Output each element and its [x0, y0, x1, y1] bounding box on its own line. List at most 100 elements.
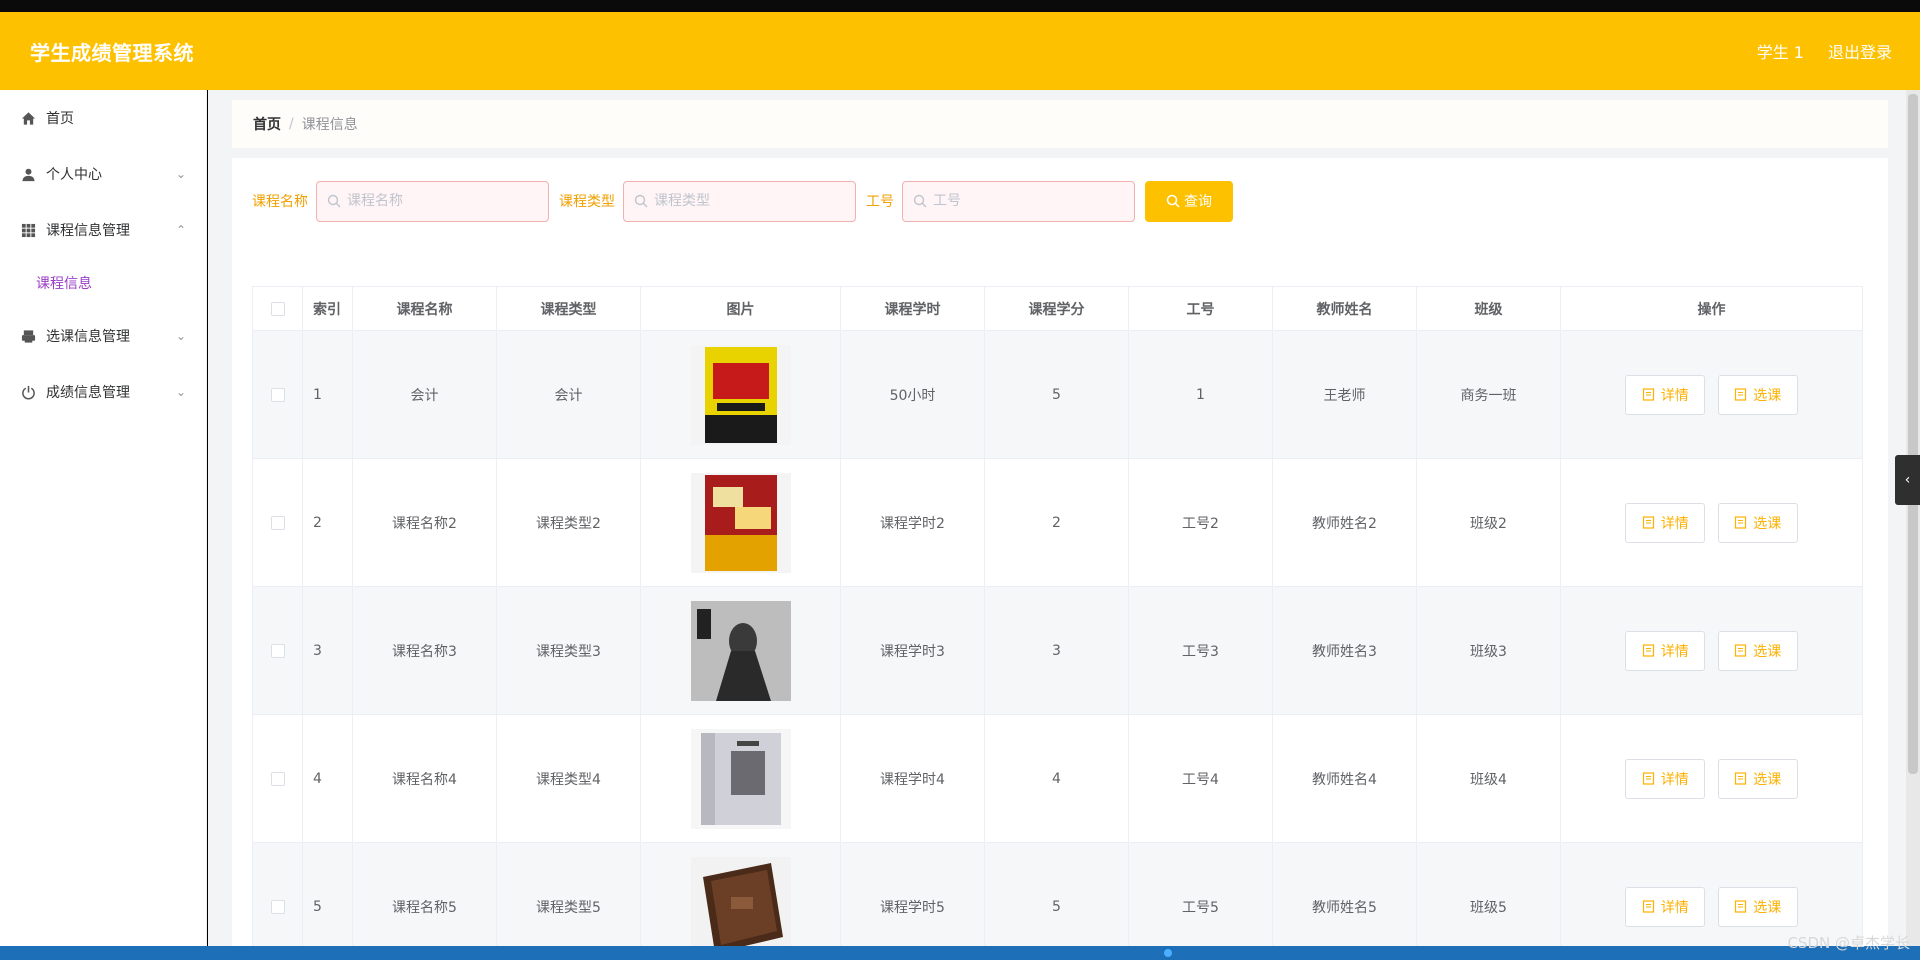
- detail-button[interactable]: 详情: [1625, 758, 1706, 799]
- select-course-button[interactable]: 选课: [1717, 630, 1798, 671]
- course-name-input[interactable]: [347, 193, 537, 209]
- class-cell: 班级3: [1416, 586, 1561, 715]
- select-course-button[interactable]: 选课: [1717, 502, 1798, 543]
- sidebar-item-grade-management[interactable]: 成绩信息管理 ⌄: [0, 364, 206, 420]
- select-course-button[interactable]: 选课: [1717, 886, 1798, 927]
- select-course-label: 选课: [1753, 771, 1782, 788]
- detail-label: 详情: [1660, 387, 1689, 404]
- progress-handle[interactable]: [1164, 949, 1172, 957]
- course-name-field[interactable]: [316, 180, 549, 222]
- index-cell: 5: [302, 842, 353, 946]
- sidebar-item-course-management[interactable]: 课程信息管理 ⌃: [0, 202, 206, 258]
- power-icon: [20, 384, 36, 400]
- job-no-cell: 工号2: [1128, 458, 1273, 587]
- row-checkbox[interactable]: [270, 515, 285, 530]
- document-icon: [1642, 772, 1655, 785]
- page-scrollbar[interactable]: [1906, 90, 1920, 946]
- document-icon: [1642, 644, 1655, 657]
- sidebar: 首页 个人中心 ⌄ 课程信息管理 ⌃ 课程信息 选课信息管理 ⌄ 成绩信息管理 …: [0, 90, 207, 946]
- search-bar: 课程名称 课程类型 工号 查询: [252, 180, 1233, 222]
- table-row: 2 课程名称2 课程类型2 课程学时2 2 工号2 教师姓名2 班级2 详情 选…: [252, 458, 1863, 587]
- class-cell: 班级4: [1416, 714, 1561, 843]
- header-actions: 学生 1 退出登录: [1757, 39, 1892, 63]
- scrollbar-thumb[interactable]: [1908, 94, 1918, 774]
- hours-cell: 50小时: [840, 330, 985, 459]
- course-panel: 课程名称 课程类型 工号 查询: [232, 158, 1888, 946]
- image-cell: [640, 458, 841, 587]
- hours-cell: 课程学时5: [840, 842, 985, 946]
- sidebar-item-label: 选课信息管理: [46, 329, 130, 345]
- app-title: 学生成绩管理系统: [30, 40, 194, 65]
- job-no-field[interactable]: [902, 180, 1135, 222]
- row-select-cell[interactable]: [252, 842, 303, 946]
- teacher-cell: 教师姓名2: [1272, 458, 1417, 587]
- index-cell: 4: [302, 714, 353, 843]
- course-type-input[interactable]: [654, 193, 844, 209]
- collapse-panel-button[interactable]: ‹: [1895, 455, 1920, 505]
- sidebar-item-personal-center[interactable]: 个人中心 ⌄: [0, 146, 206, 202]
- table-row: 4 课程名称4 课程类型4 课程学时4 4 工号4 教师姓名4 班级4 详情 选…: [252, 714, 1863, 843]
- row-checkbox[interactable]: [270, 899, 285, 914]
- detail-button[interactable]: 详情: [1625, 502, 1706, 543]
- course-cover-image: [690, 344, 791, 445]
- row-select-cell[interactable]: [252, 714, 303, 843]
- select-course-label: 选课: [1753, 899, 1782, 916]
- current-user[interactable]: 学生 1: [1757, 39, 1804, 63]
- row-checkbox[interactable]: [270, 771, 285, 786]
- sidebar-item-label: 成绩信息管理: [46, 385, 130, 401]
- detail-button[interactable]: 详情: [1625, 630, 1706, 671]
- sidebar-item-enrollment-management[interactable]: 选课信息管理 ⌄: [0, 308, 206, 364]
- search-icon: [1166, 194, 1180, 208]
- search-icon: [913, 194, 927, 208]
- home-icon: [20, 110, 36, 126]
- select-all-checkbox[interactable]: [270, 301, 285, 316]
- column-header: 教师姓名: [1272, 286, 1417, 331]
- column-header: 工号: [1128, 286, 1273, 331]
- video-progress-bar[interactable]: [0, 946, 1920, 960]
- class-cell: 班级5: [1416, 842, 1561, 946]
- class-cell: 班级2: [1416, 458, 1561, 587]
- watermark: CSDN @卓杰学长: [1787, 934, 1910, 952]
- row-select-cell[interactable]: [252, 586, 303, 715]
- job-no-cell: 1: [1128, 330, 1273, 459]
- logout-link[interactable]: 退出登录: [1828, 39, 1892, 63]
- breadcrumb-current: 课程信息: [301, 117, 358, 133]
- sidebar-item-home[interactable]: 首页: [0, 90, 206, 146]
- course-name-cell: 会计: [352, 330, 497, 459]
- course-type-cell: 课程类型2: [496, 458, 641, 587]
- course-type-cell: 课程类型5: [496, 842, 641, 946]
- sidebar-subitem-course-info[interactable]: 课程信息: [0, 258, 206, 308]
- actions-cell: 详情 选课: [1560, 714, 1863, 843]
- detail-button[interactable]: 详情: [1625, 374, 1706, 415]
- document-icon: [1642, 388, 1655, 401]
- chevron-down-icon: ⌄: [175, 329, 186, 343]
- course-name-cell: 课程名称4: [352, 714, 497, 843]
- credits-cell: 4: [984, 714, 1129, 843]
- window-top-edge: [0, 0, 1920, 12]
- credits-cell: 5: [984, 842, 1129, 946]
- detail-button[interactable]: 详情: [1625, 886, 1706, 927]
- select-all-cell[interactable]: [252, 286, 303, 331]
- query-button[interactable]: 查询: [1145, 180, 1233, 222]
- detail-label: 详情: [1660, 899, 1689, 916]
- grid-icon: [20, 222, 36, 238]
- column-header: 课程学时: [840, 286, 985, 331]
- select-course-button[interactable]: 选课: [1717, 758, 1798, 799]
- row-select-cell[interactable]: [252, 330, 303, 459]
- job-no-input[interactable]: [933, 193, 1123, 209]
- row-select-cell[interactable]: [252, 458, 303, 587]
- course-cover-image: [690, 472, 791, 573]
- column-header: 课程类型: [496, 286, 641, 331]
- actions-cell: 详情 选课: [1560, 842, 1863, 946]
- chevron-down-icon: ⌄: [175, 167, 186, 181]
- breadcrumb-home[interactable]: 首页: [253, 114, 281, 134]
- detail-label: 详情: [1660, 771, 1689, 788]
- select-course-button[interactable]: 选课: [1717, 374, 1798, 415]
- course-cover-image: [690, 728, 791, 829]
- document-icon: [1734, 900, 1747, 913]
- course-type-field[interactable]: [623, 180, 856, 222]
- course-table: 索引 课程名称 课程类型 图片 课程学时 课程学分 工号 教师姓名 班级 操作: [252, 286, 1863, 946]
- row-checkbox[interactable]: [270, 387, 285, 402]
- row-checkbox[interactable]: [270, 643, 285, 658]
- index-cell: 3: [302, 586, 353, 715]
